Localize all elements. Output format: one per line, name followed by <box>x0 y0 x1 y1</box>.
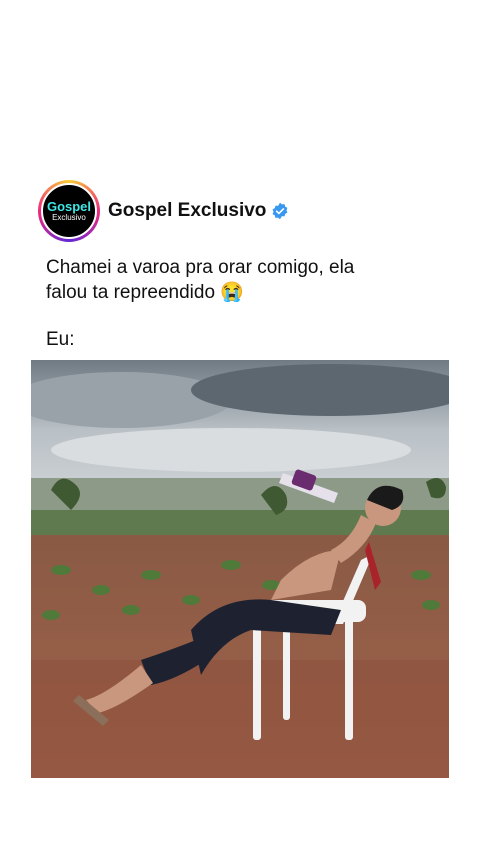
avatar-logo-top: Gospel <box>46 198 92 214</box>
post-caption: Chamei a varoa pra orar comigo, ela falo… <box>46 255 446 352</box>
post-photo[interactable] <box>31 360 449 778</box>
caption-line: falou ta repreendido 😭 <box>46 282 244 303</box>
caption-line: Eu: <box>46 329 75 350</box>
avatar[interactable]: Gospel Exclusivo <box>38 180 100 242</box>
account-name[interactable]: Gospel Exclusivo <box>108 200 266 222</box>
avatar-logo-bottom: Exclusivo <box>52 212 86 222</box>
post-header: Gospel Exclusivo Gospel Exclusivo <box>38 180 289 242</box>
caption-line: Chamei a varoa pra orar comigo, ela <box>46 257 355 278</box>
verified-badge-icon <box>272 202 288 220</box>
man-drinking-soda-on-plastic-chair-photo <box>31 360 449 778</box>
avatar-logo: Gospel Exclusivo <box>41 183 97 239</box>
